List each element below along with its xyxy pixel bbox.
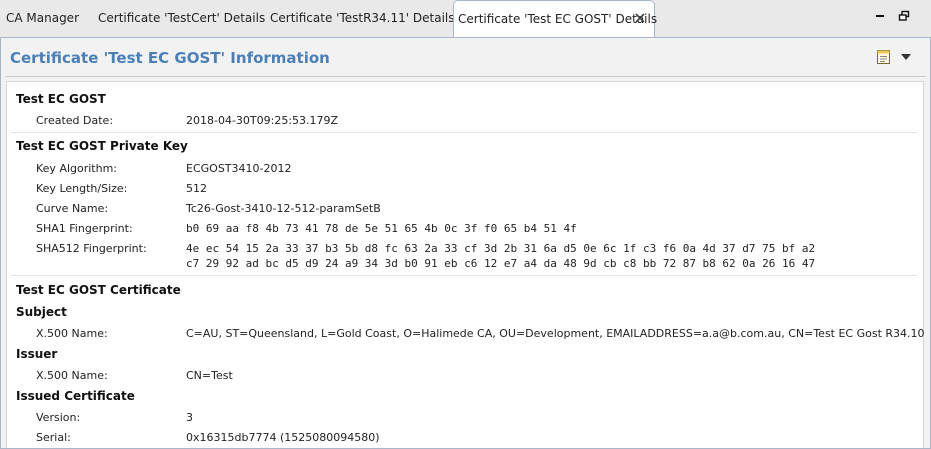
key-algorithm-label: Key Algorithm: [36, 162, 118, 175]
serial-label: Serial: [36, 431, 71, 444]
certificate-info-panel: Certificate 'Test EC GOST' Information T… [0, 37, 931, 449]
close-icon[interactable] [634, 12, 646, 24]
tab-testcert-details[interactable]: Certificate 'TestCert' Details [98, 0, 265, 36]
subsection-title-subject: Subject [16, 305, 67, 319]
restore-icon[interactable] [896, 10, 912, 24]
subsection-title-issuer: Issuer [16, 347, 58, 361]
panel-title: Certificate 'Test EC GOST' Information [10, 49, 330, 67]
sha1-fingerprint-value: b0 69 aa f8 4b 73 41 78 de 5e 51 65 4b 0… [186, 222, 577, 235]
sha512-fingerprint-line-2: c7 29 92 ad bc d5 d9 24 a9 34 3d b0 91 e… [186, 257, 816, 270]
section-title-private-key: Test EC GOST Private Key [16, 139, 188, 153]
subject-x500-label: X.500 Name: [36, 327, 108, 340]
subject-x500-value: C=AU, ST=Queensland, L=Gold Coast, O=Hal… [186, 327, 925, 340]
serial-value: 0x16315db7774 (1525080094580) [186, 431, 380, 444]
key-size-label: Key Length/Size: [36, 182, 128, 195]
minimize-icon[interactable] [872, 10, 888, 24]
section-separator [11, 132, 917, 133]
curve-name-value: Tc26-Gost-3410-12-512-paramSetB [186, 202, 381, 215]
tab-ca-manager[interactable]: CA Manager [6, 0, 86, 36]
sha512-fingerprint-label: SHA512 Fingerprint: [36, 242, 147, 255]
subsection-title-issued-certificate: Issued Certificate [16, 389, 135, 403]
notes-icon[interactable] [876, 48, 892, 66]
version-value: 3 [186, 411, 193, 424]
sha512-fingerprint-line-1: 4e ec 54 15 2a 33 37 b3 5b d8 fc 63 2a 3… [186, 242, 816, 255]
issuer-x500-value: CN=Test [186, 369, 233, 382]
tab-testr3411-details[interactable]: Certificate 'TestR34.11' Details [270, 0, 454, 36]
section-separator [11, 275, 917, 276]
section-title-general: Test EC GOST [16, 92, 106, 106]
created-date-label: Created Date: [36, 114, 114, 127]
tab-label: Certificate 'TestCert' Details [98, 11, 266, 25]
tab-label: CA Manager [6, 11, 80, 25]
tab-label: Certificate 'Test EC GOST' Details [458, 12, 658, 26]
panel-toolbar [876, 48, 916, 66]
tab-bar: CA Manager Certificate 'TestCert' Detail… [0, 0, 931, 38]
tab-test-ec-gost-details[interactable]: Certificate 'Test EC GOST' Details [453, 0, 658, 38]
section-title-certificate: Test EC GOST Certificate [16, 283, 181, 297]
tab-label: Certificate 'TestR34.11' Details [270, 11, 455, 25]
divider [5, 76, 926, 77]
issuer-x500-label: X.500 Name: [36, 369, 108, 382]
details-content: Test EC GOST Created Date: 2018-04-30T09… [6, 81, 925, 448]
version-label: Version: [36, 411, 81, 424]
sha1-fingerprint-label: SHA1 Fingerprint: [36, 222, 133, 235]
key-algorithm-value: ECGOST3410-2012 [186, 162, 292, 175]
curve-name-label: Curve Name: [36, 202, 109, 215]
editor-window: CA Manager Certificate 'TestCert' Detail… [0, 0, 931, 449]
created-date-value: 2018-04-30T09:25:53.179Z [186, 114, 339, 127]
dropdown-arrow-icon[interactable] [900, 52, 912, 62]
key-size-value: 512 [186, 182, 207, 195]
